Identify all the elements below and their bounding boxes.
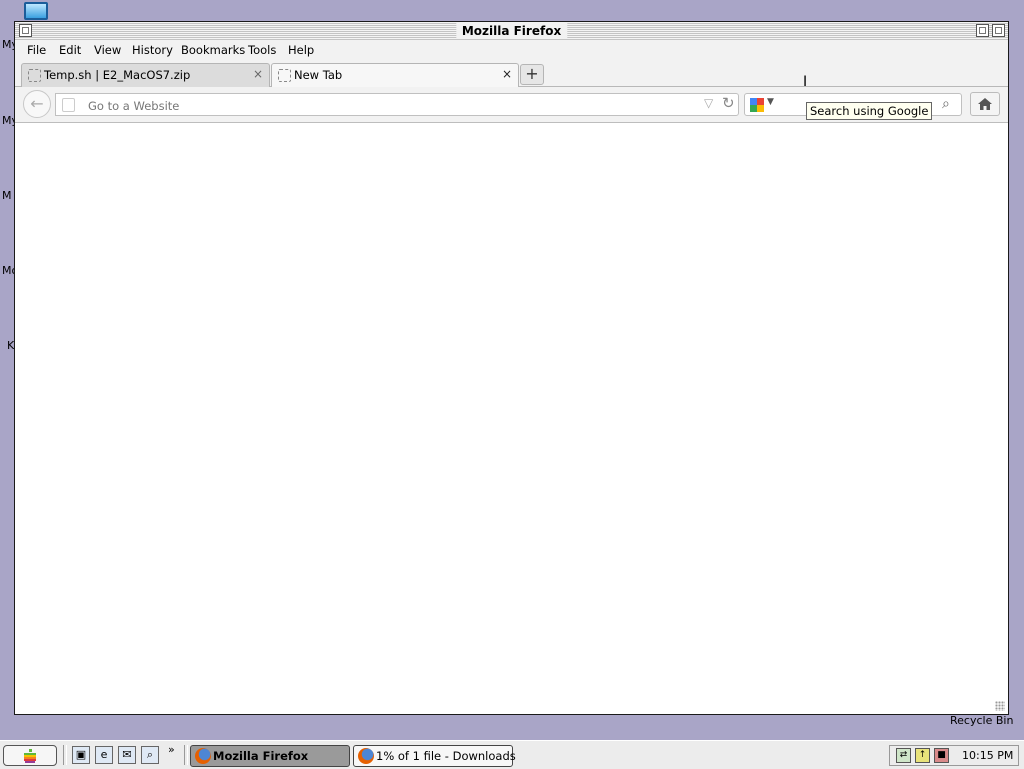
back-button[interactable]: ← [23,90,51,118]
clock[interactable]: 10:15 PM [962,749,1013,762]
menu-bar: File Edit View History Bookmarks Tools H… [15,40,1008,60]
url-bar[interactable]: ▽ ↻ [55,93,739,116]
menu-view[interactable]: View [94,43,121,57]
task-firefox[interactable]: Mozilla Firefox [190,745,350,767]
firefox-icon [195,748,211,764]
apple-icon [24,749,36,763]
task-label: 1% of 1 file - Downloads [376,749,516,763]
new-tab-button[interactable]: + [520,64,544,85]
desktop-computer-icon[interactable] [24,2,48,20]
task-downloads[interactable]: 1% of 1 file - Downloads [353,745,516,767]
update-icon[interactable]: ↑ [915,748,930,763]
tab-close-icon[interactable]: × [253,67,263,81]
search-tooltip: Search using Google [806,102,933,120]
search-magnifier-icon[interactable]: ⌕ [942,96,950,112]
media-icon[interactable]: ■ [934,748,949,763]
task-label: Mozilla Firefox [213,749,309,763]
quick-launch-more-icon[interactable]: » [168,743,175,756]
google-icon[interactable] [750,98,764,112]
mail-icon[interactable]: ✉ [118,746,136,764]
resize-grip-icon[interactable] [995,701,1005,711]
taskbar-separator [184,745,188,765]
menu-tools[interactable]: Tools [248,43,276,57]
reload-icon[interactable]: ↻ [722,94,735,112]
browser-icon[interactable]: e [95,746,113,764]
menu-history[interactable]: History [132,43,173,57]
site-identity-icon[interactable] [62,98,75,112]
menu-edit[interactable]: Edit [59,43,81,57]
url-history-dropdown-icon[interactable]: ▽ [704,96,713,110]
firefox-window: Mozilla Firefox File Edit View History B… [14,21,1009,715]
title-bar[interactable]: Mozilla Firefox [15,22,1008,41]
show-desktop-icon[interactable]: ▣ [72,746,90,764]
tab-close-icon[interactable]: × [502,67,512,81]
home-button[interactable] [970,92,1000,116]
url-input[interactable] [86,96,670,115]
home-icon [978,98,992,110]
system-tray: ⇄ ↑ ■ 10:15 PM [889,745,1019,766]
menu-file[interactable]: File [27,43,46,57]
back-arrow-icon: ← [30,94,44,113]
tab-new-tab[interactable]: New Tab × [271,63,519,87]
tab-label: New Tab [294,68,343,82]
search-engine-dropdown-icon[interactable]: ▼ [767,97,774,107]
menu-bookmarks[interactable]: Bookmarks [181,43,245,57]
start-button[interactable] [3,745,57,766]
page-content[interactable] [15,123,1008,714]
desktop-icon-label[interactable]: M [2,189,12,202]
ibeam-cursor-icon: I [803,74,808,90]
tab-temp-sh[interactable]: Temp.sh | E2_MacOS7.zip × [21,63,270,87]
tab-strip: Temp.sh | E2_MacOS7.zip × New Tab × [15,60,1008,87]
tab-label: Temp.sh | E2_MacOS7.zip [44,68,191,82]
window-title: Mozilla Firefox [455,23,568,39]
taskbar-separator [63,745,67,765]
firefox-icon [358,748,374,764]
network-icon[interactable]: ⇄ [896,748,911,763]
page-favicon-icon [28,69,41,82]
recycle-bin-label[interactable]: Recycle Bin [950,714,1013,727]
window-close-box[interactable] [19,24,32,37]
search-icon[interactable]: ⌕ [141,746,159,764]
menu-help[interactable]: Help [288,43,314,57]
page-favicon-icon [278,69,291,82]
taskbar: ▣ e ✉ ⌕ » Mozilla Firefox 1% of 1 file -… [0,740,1024,769]
window-zoom-box[interactable] [976,24,989,37]
window-collapse-box[interactable] [992,24,1005,37]
